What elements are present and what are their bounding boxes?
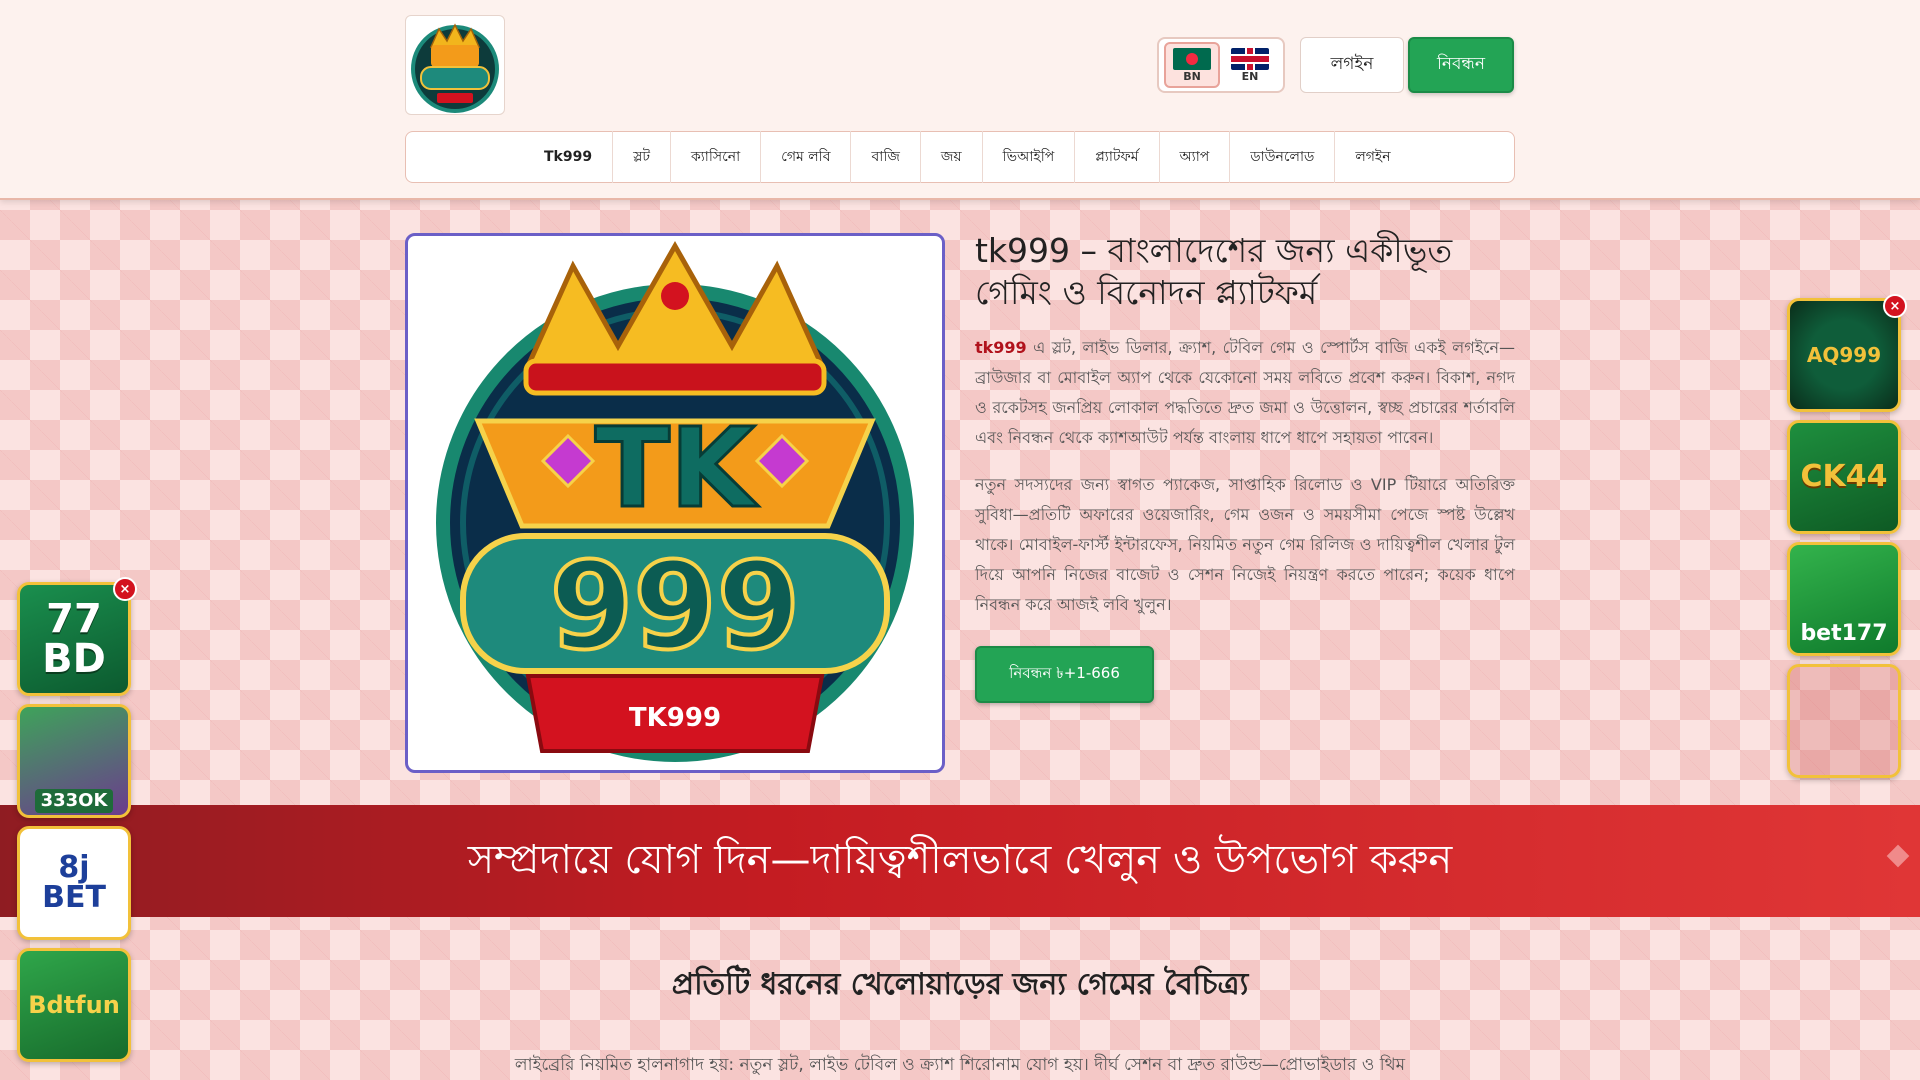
ad-right-close-icon[interactable]: × [1883, 294, 1907, 318]
site-logo[interactable] [405, 15, 505, 115]
hero-brand-link[interactable]: tk999 [975, 338, 1027, 357]
tk999-emblem-icon: TK 999 TK999 [436, 240, 914, 762]
emblem-ribbon-text: TK999 [629, 703, 721, 733]
hero-title: tk999 – বাংলাদেশের জন্য একীভূত গেমিং ও ব… [975, 231, 1453, 312]
community-banner: সম্প্রদায়ে যোগ দিন—দায়িত্বশীলভাবে খেলু… [0, 805, 1920, 917]
uk-flag-icon [1231, 47, 1269, 70]
ad-bdtfun[interactable]: Bdtfun [17, 948, 131, 1062]
lang-bn-label: BN [1183, 69, 1201, 83]
nav-item-vip[interactable]: ভিআইপি [983, 131, 1076, 183]
ad-left-close-icon[interactable]: × [113, 577, 137, 601]
section-paragraph: লাইব্রেরি নিয়মিত হালনাগাদ হয়: নতুন স্ল… [514, 1055, 1406, 1075]
nav-item-game-lobby[interactable]: গেম লবি [761, 131, 852, 183]
nav-item-tk999[interactable]: Tk999 [524, 131, 614, 183]
hero-paragraph-1-text: এ স্লট, লাইভ ডিলার, ক্র্যাশ, টেবিল গেম ও… [975, 338, 1515, 447]
login-button[interactable]: লগইন [1300, 37, 1404, 93]
hero-paragraph-2: নতুন সদস্যদের জন্য স্বাগত প্যাকেজ, সাপ্ত… [975, 475, 1515, 614]
language-switcher: BN EN [1157, 37, 1285, 93]
ad-ck44-label: CK44 [1800, 459, 1888, 494]
ad-bet177[interactable]: bet177 [1787, 542, 1901, 656]
main-nav: Tk999 স্লট ক্যাসিনো গেম লবি বাজি জয় ভিআ… [405, 131, 1515, 183]
lang-bn-option[interactable]: BN [1164, 42, 1220, 88]
lang-en-option[interactable]: EN [1222, 42, 1278, 88]
emblem-text-mid: 999 [550, 538, 801, 677]
ad-333ok-label: 333OK [34, 789, 114, 813]
nav-item-win[interactable]: জয় [921, 131, 983, 183]
lang-en-label: EN [1241, 69, 1259, 83]
diamond-icon [1886, 844, 1910, 868]
ad-empty-slot[interactable] [1787, 664, 1901, 778]
ad-333ok[interactable]: 333OK [17, 704, 131, 818]
tk999-logo-icon [411, 23, 499, 113]
ad-bet177-label: bet177 [1800, 621, 1888, 646]
nav-item-login[interactable]: লগইন [1335, 131, 1410, 183]
ad-ck44[interactable]: CK44 [1787, 420, 1901, 534]
section-title: প্রতিটি ধরনের খেলোয়াড়ের জন্য গেমের বৈচ… [671, 967, 1249, 1002]
nav-item-casino[interactable]: ক্যাসিনো [671, 131, 762, 183]
hero-paragraph-1: tk999 এ স্লট, লাইভ ডিলার, ক্র্যাশ, টেবিল… [975, 333, 1515, 453]
hero-logo-image: TK 999 TK999 [405, 233, 945, 773]
nav-item-app[interactable]: অ্যাপ [1160, 131, 1231, 183]
site-header: BN EN লগইন নিবন্ধন Tk999 স্লট ক্যাসিনো গ… [0, 0, 1920, 200]
nav-item-platform[interactable]: প্ল্যাটফর্ম [1075, 131, 1160, 183]
nav-item-slot[interactable]: স্লট [613, 131, 671, 183]
ad-aq999-label: AQ999 [1806, 343, 1882, 367]
register-button[interactable]: নিবন্ধন [1408, 37, 1514, 93]
ad-8jbet[interactable]: 8j BET [17, 826, 131, 940]
bangladesh-flag-icon [1173, 47, 1211, 70]
emblem-text-top: TK [595, 404, 759, 532]
ad-8jbet-label: 8j BET [42, 850, 106, 915]
ad-aq999[interactable]: AQ999 [1787, 298, 1901, 412]
banner-text: সম্প্রদায়ে যোগ দিন—দায়িত্বশীলভাবে খেলু… [467, 836, 1453, 883]
nav-item-download[interactable]: ডাউনলোড [1230, 131, 1336, 183]
nav-item-bet[interactable]: বাজি [851, 131, 921, 183]
register-cta-button[interactable]: নিবন্ধন ৳+1-666 [975, 646, 1154, 703]
ad-77bd[interactable]: 77 BD [17, 582, 131, 696]
ad-77bd-label: 77 BD [42, 596, 106, 682]
ad-bdtfun-label: Bdtfun [28, 991, 120, 1019]
